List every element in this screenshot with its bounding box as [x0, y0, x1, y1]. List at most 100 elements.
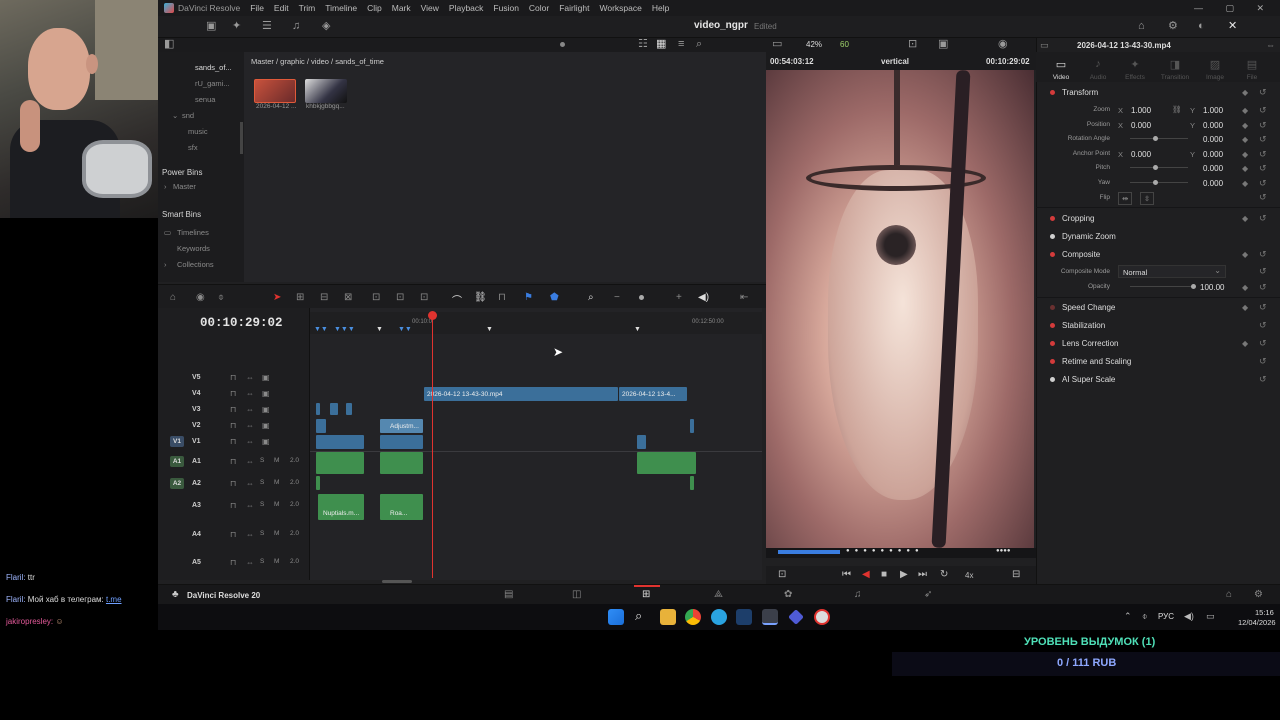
- grid-view-icon[interactable]: ▦: [656, 39, 666, 50]
- keyframe-icon[interactable]: ◆: [1242, 135, 1248, 144]
- sync-icon[interactable]: ◈: [322, 21, 330, 32]
- solo-button[interactable]: S: [260, 558, 264, 565]
- track-visibility-icon[interactable]: ▣: [262, 437, 270, 446]
- track-header-v1[interactable]: V1 V1 ⊓ ⇔ ▣: [158, 435, 310, 450]
- ai-super-scale-section[interactable]: AI Super Scale: [1062, 375, 1115, 384]
- timeline-clip[interactable]: [330, 403, 338, 415]
- reset-icon[interactable]: ↺: [1259, 320, 1267, 331]
- timeline-clip[interactable]: [637, 435, 646, 449]
- sync-icon[interactable]: ⇔: [246, 530, 254, 539]
- mixer-icon[interactable]: ⌂: [1138, 21, 1145, 32]
- app-icon[interactable]: [788, 609, 804, 625]
- timeline-tracks[interactable]: [310, 308, 762, 580]
- zoom-out-icon[interactable]: −: [614, 292, 620, 303]
- keyframe-icon[interactable]: ◆: [1242, 121, 1248, 130]
- lock-icon[interactable]: ⊓: [230, 405, 236, 414]
- pitch-field[interactable]: 0.000: [1203, 164, 1223, 173]
- reset-icon[interactable]: ↺: [1259, 134, 1267, 145]
- keyframe-icon[interactable]: ◆: [1242, 150, 1248, 159]
- tab-image[interactable]: Image: [1200, 74, 1230, 81]
- rotation-field[interactable]: 0.000: [1203, 135, 1223, 144]
- smart-bin-timelines[interactable]: Timelines: [177, 228, 209, 237]
- color-page-icon[interactable]: ✿: [784, 589, 792, 600]
- menu-fairlight[interactable]: Fairlight: [559, 3, 589, 13]
- lens-correction-toggle[interactable]: [1050, 341, 1055, 346]
- sidebar-toggle-icon[interactable]: ◧: [164, 39, 174, 50]
- audio-clip[interactable]: [637, 452, 696, 474]
- marker-icon[interactable]: ▼: [376, 326, 383, 333]
- edit-index-icon[interactable]: ☰: [262, 21, 272, 32]
- timeline-clip[interactable]: [690, 419, 694, 433]
- solo-button[interactable]: S: [260, 479, 264, 486]
- layout-icon[interactable]: ⌂: [170, 292, 176, 303]
- reset-icon[interactable]: ↺: [1259, 87, 1267, 98]
- menu-playback[interactable]: Playback: [449, 3, 484, 13]
- playhead[interactable]: [432, 312, 433, 578]
- tab-video[interactable]: Video: [1046, 74, 1076, 81]
- track-header-v5[interactable]: V5 ⊓ ⇔ ▣: [158, 371, 310, 386]
- keyframe-icon[interactable]: ◆: [1242, 164, 1248, 173]
- bin-item[interactable]: music: [188, 127, 208, 136]
- effects-tab-icon[interactable]: ✦: [1120, 58, 1150, 71]
- reset-icon[interactable]: ↺: [1259, 282, 1267, 293]
- opacity-slider-handle[interactable]: [1191, 284, 1196, 289]
- chat-link[interactable]: t.me: [106, 595, 122, 604]
- reset-icon[interactable]: ↺: [1259, 374, 1267, 385]
- sync-icon[interactable]: ⇔: [246, 437, 254, 446]
- track-header-v2[interactable]: V2 ⊓ ⇔ ▣: [158, 419, 310, 434]
- reset-icon[interactable]: ↺: [1259, 266, 1267, 277]
- anchor-y-field[interactable]: 0.000: [1203, 150, 1223, 159]
- sync-icon[interactable]: ⇔: [246, 479, 254, 488]
- taskbar-time[interactable]: 15:16: [1255, 608, 1274, 617]
- fusion-page-icon[interactable]: ⟁: [714, 589, 723, 600]
- keyframe-icon[interactable]: ◆: [1242, 214, 1248, 223]
- sync-icon[interactable]: ⇔: [246, 501, 254, 510]
- transform-section[interactable]: Transform: [1062, 88, 1098, 97]
- volume-icon[interactable]: ◀): [1184, 611, 1194, 622]
- solo-button[interactable]: S: [260, 457, 264, 464]
- color-icon[interactable]: ◐: [1198, 21, 1205, 32]
- deliver-page-icon[interactable]: ➶: [924, 589, 932, 600]
- scroll-icon[interactable]: ◉: [196, 292, 205, 303]
- network-icon[interactable]: ▭: [1206, 611, 1215, 622]
- track-visibility-icon[interactable]: ▣: [262, 373, 270, 382]
- track-header-a5[interactable]: A5 ⊓ ⇔ S M 2.0: [158, 556, 310, 571]
- yaw-field[interactable]: 0.000: [1203, 179, 1223, 188]
- mute-button[interactable]: M: [274, 530, 279, 537]
- ai-super-scale-toggle[interactable]: [1050, 377, 1055, 382]
- file-tab-icon[interactable]: ▤: [1237, 58, 1267, 71]
- flag-icon[interactable]: ⚑: [524, 292, 533, 303]
- stabilization-section[interactable]: Stabilization: [1062, 321, 1105, 330]
- keyframe-icon[interactable]: ◆: [1242, 339, 1248, 348]
- reverse-play-icon[interactable]: ◀: [862, 569, 870, 580]
- fairlight-page-icon[interactable]: ♫: [854, 589, 862, 600]
- menu-mark[interactable]: Mark: [392, 3, 411, 13]
- keyframe-icon[interactable]: ◆: [1242, 250, 1248, 259]
- lock-icon[interactable]: ⊓: [498, 292, 506, 303]
- tab-transition[interactable]: Transition: [1160, 74, 1190, 81]
- language-indicator[interactable]: РУС: [1158, 612, 1174, 621]
- reset-icon[interactable]: ↺: [1259, 302, 1267, 313]
- timeline-clip[interactable]: [346, 403, 352, 415]
- sound-library-icon[interactable]: ♫: [292, 21, 300, 32]
- menu-workspace[interactable]: Workspace: [599, 3, 641, 13]
- opacity-field[interactable]: 100.00: [1200, 283, 1224, 292]
- chevron-right-icon[interactable]: ›: [164, 182, 167, 191]
- inspector-icon[interactable]: ✕: [1228, 21, 1237, 32]
- viewer-mode-icon[interactable]: ⊡: [778, 569, 786, 580]
- lock-icon[interactable]: ⊓: [230, 479, 236, 488]
- reset-icon[interactable]: ↺: [1259, 338, 1267, 349]
- window-controls[interactable]: — ▢ ✕: [1194, 3, 1274, 14]
- menu-help[interactable]: Help: [652, 3, 669, 13]
- search-icon[interactable]: ⌕: [696, 39, 702, 50]
- zoom-y-field[interactable]: 1.000: [1203, 106, 1223, 115]
- audio-clip[interactable]: [380, 452, 423, 474]
- playhead-handle[interactable]: [428, 311, 437, 320]
- transition-tab-icon[interactable]: ◨: [1160, 58, 1190, 71]
- zoom-icon[interactable]: ⌕: [588, 292, 594, 303]
- tab-effects[interactable]: Effects: [1120, 74, 1150, 81]
- chevron-right-icon[interactable]: ›: [164, 260, 167, 269]
- composite-section[interactable]: Composite: [1062, 250, 1100, 259]
- file-explorer-icon[interactable]: [660, 609, 676, 625]
- power-bin-master[interactable]: Master: [173, 182, 196, 191]
